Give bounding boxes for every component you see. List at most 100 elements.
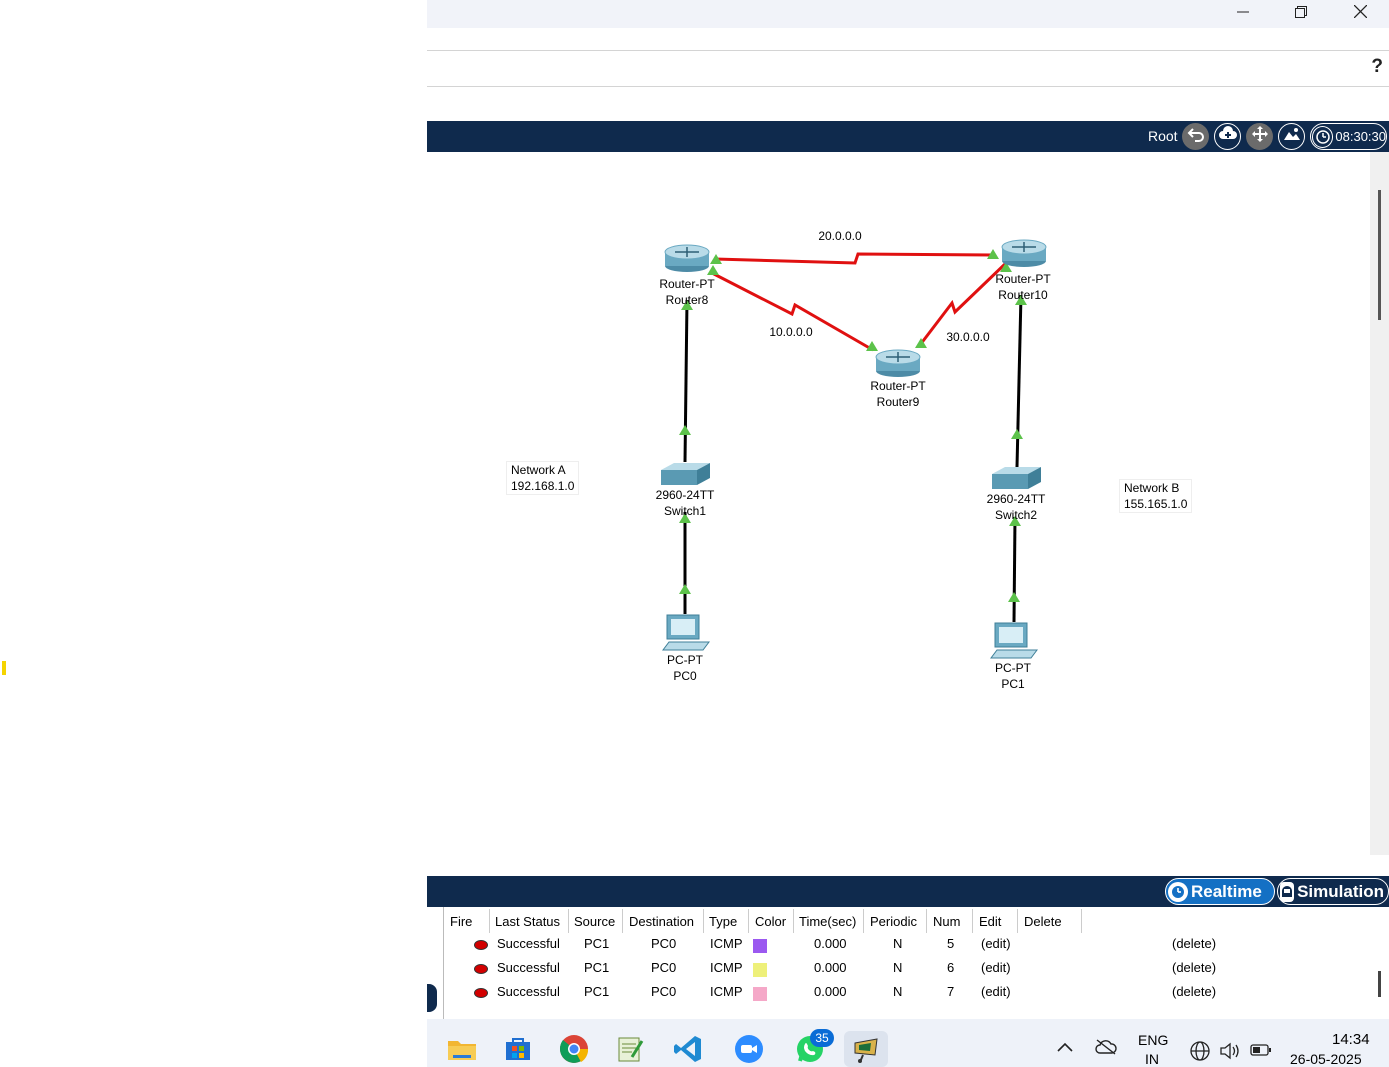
last-status: Successful [497, 984, 560, 999]
header-time[interactable]: Time(sec) [799, 914, 856, 929]
restore-icon [1295, 5, 1307, 23]
edit-link[interactable]: (edit) [981, 936, 1011, 951]
pc1-label[interactable]: PC-PT PC1 [995, 660, 1031, 692]
link-router10-switch2[interactable] [1015, 294, 1023, 468]
header-color[interactable]: Color [755, 914, 786, 929]
header-type[interactable]: Type [709, 914, 737, 929]
pdu-scrollbar[interactable] [1369, 907, 1389, 1019]
language-bottom[interactable]: IN [1145, 1051, 1159, 1067]
pc1-icon[interactable] [990, 622, 1038, 659]
column-separator [972, 909, 973, 933]
header-destination[interactable]: Destination [629, 914, 694, 929]
network-name: Network B [1124, 481, 1180, 495]
switch2-label[interactable]: 2960-24TT Switch2 [987, 491, 1046, 523]
mode-bar: Realtime Simulation [427, 876, 1389, 907]
chrome-icon[interactable] [558, 1033, 590, 1065]
router8-icon[interactable] [664, 244, 710, 272]
network-b-note[interactable]: Network B 155.165.1.0 [1119, 479, 1193, 513]
scrollbar-thumb[interactable] [1378, 971, 1381, 997]
device-model: 2960-24TT [655, 488, 715, 502]
zoom-icon[interactable] [733, 1033, 765, 1065]
packet-tracer-icon[interactable] [844, 1031, 888, 1067]
time-display[interactable]: 08:30:30 [1310, 123, 1387, 150]
destination: PC0 [651, 960, 677, 975]
device-model: PC-PT [667, 653, 703, 667]
source: PC1 [584, 936, 610, 951]
link-label-10: 10.0.0.0 [766, 325, 816, 339]
device-model: Router-PT [659, 277, 715, 291]
header-fire[interactable]: Fire [450, 914, 472, 929]
router10-icon[interactable] [1001, 239, 1047, 267]
pdu-list-table: Fire Last Status Source Destination Type… [443, 907, 1370, 1019]
clock-date[interactable]: 26-05-2025 [1290, 1051, 1362, 1067]
network-globe-icon[interactable] [1189, 1040, 1211, 1065]
router10-label[interactable]: Router-PT Router10 [995, 271, 1050, 303]
periodic: N [893, 936, 903, 951]
header-num[interactable]: Num [933, 914, 960, 929]
delete-link[interactable]: (delete) [1172, 936, 1216, 951]
color-swatch [753, 939, 767, 953]
edit-link[interactable]: (edit) [981, 984, 1011, 999]
header-source[interactable]: Source [574, 914, 615, 929]
num: 6 [947, 960, 955, 975]
root-label[interactable]: Root [1148, 128, 1178, 144]
type: ICMP [710, 960, 743, 975]
vscode-icon[interactable] [672, 1033, 704, 1065]
link-20-network[interactable] [714, 252, 994, 265]
realtime-label: Realtime [1191, 881, 1262, 901]
fire-button[interactable] [474, 940, 488, 950]
simulation-button[interactable]: Simulation [1277, 878, 1389, 905]
fire-button[interactable] [474, 964, 488, 974]
router8-label[interactable]: Router-PT Router8 [659, 276, 714, 308]
volume-icon[interactable] [1219, 1041, 1241, 1064]
switch1-icon[interactable] [661, 463, 710, 485]
notepad-icon[interactable] [614, 1033, 646, 1065]
file-explorer-icon[interactable] [446, 1033, 478, 1065]
logical-workspace[interactable]: 20.0.0.0 10.0.0.0 30.0.0.0 Router-PT Rou… [427, 152, 1370, 855]
header-periodic[interactable]: Periodic [870, 914, 917, 929]
switch1-label[interactable]: 2960-24TT Switch1 [656, 487, 715, 519]
link-router8-switch1[interactable] [683, 299, 689, 463]
restore-button[interactable] [1272, 0, 1330, 28]
realtime-button[interactable]: Realtime [1165, 878, 1275, 905]
clock-icon [1312, 125, 1334, 148]
close-button[interactable] [1331, 0, 1389, 28]
network-a-note[interactable]: Network A 192.168.1.0 [506, 461, 580, 495]
router9-icon[interactable] [875, 349, 921, 377]
pdu-toggle-button[interactable] [427, 984, 437, 1012]
color-swatch [753, 963, 767, 977]
network-ip: 155.165.1.0 [1124, 497, 1188, 511]
vertical-scrollbar[interactable] [1370, 152, 1389, 855]
device-model: Router-PT [870, 379, 926, 393]
pc0-label[interactable]: PC-PT PC0 [667, 652, 703, 684]
topology-links [661, 239, 1047, 659]
back-button[interactable] [1182, 123, 1209, 150]
switch2-icon[interactable] [992, 467, 1041, 489]
cloud-button[interactable] [1214, 123, 1241, 150]
delete-link[interactable]: (delete) [1172, 960, 1216, 975]
link-switch2-pc1[interactable] [1012, 516, 1017, 623]
fire-button[interactable] [474, 988, 488, 998]
store-icon[interactable] [502, 1033, 534, 1065]
move-button[interactable] [1246, 123, 1273, 150]
device-model: PC-PT [995, 661, 1031, 675]
close-icon [1353, 4, 1367, 23]
delete-link[interactable]: (delete) [1172, 984, 1216, 999]
header-last-status[interactable]: Last Status [495, 914, 560, 929]
help-icon[interactable]: ? [1371, 56, 1383, 78]
header-edit[interactable]: Edit [979, 914, 1001, 929]
battery-icon[interactable] [1250, 1043, 1272, 1060]
type: ICMP [710, 936, 743, 951]
scrollbar-thumb[interactable] [1378, 190, 1381, 320]
pc0-icon[interactable] [662, 614, 710, 651]
cloud-offline-icon[interactable] [1095, 1039, 1117, 1058]
minimize-button[interactable] [1214, 0, 1272, 28]
column-separator [793, 909, 794, 933]
chevron-up-icon[interactable] [1057, 1039, 1073, 1055]
background-button[interactable] [1278, 123, 1305, 150]
language-top[interactable]: ENG [1138, 1032, 1168, 1048]
router9-label[interactable]: Router-PT Router9 [870, 378, 925, 410]
clock-time[interactable]: 14:34 [1332, 1031, 1370, 1048]
header-delete[interactable]: Delete [1024, 914, 1062, 929]
edit-link[interactable]: (edit) [981, 960, 1011, 975]
